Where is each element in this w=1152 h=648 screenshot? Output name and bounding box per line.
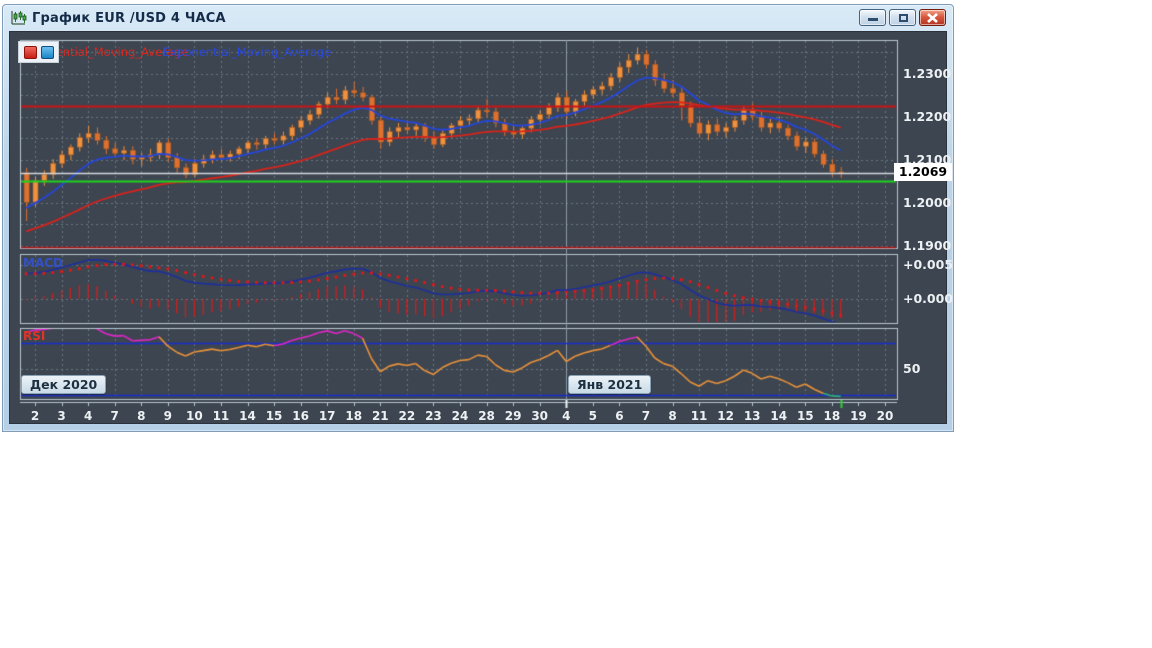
time-axis-label: 4 xyxy=(83,409,93,423)
maximize-icon xyxy=(899,14,908,22)
time-axis-label: 22 xyxy=(398,409,416,423)
legend-chip-box[interactable] xyxy=(18,41,59,63)
time-axis-label: 21 xyxy=(371,409,389,423)
time-axis-label: 6 xyxy=(615,409,624,423)
legend-ema-fast: Exponential_Moving_Average xyxy=(163,45,332,59)
time-axis-label: 19 xyxy=(850,409,867,423)
time-axis-label: 7 xyxy=(110,409,119,423)
price-axis-label: 1.1900 xyxy=(903,238,952,253)
time-axis-label: 8 xyxy=(668,409,677,423)
current-price-tag: 1.2069 xyxy=(894,163,952,181)
time-axis-label: 18 xyxy=(345,409,363,423)
rsi-axis-label: 50 xyxy=(903,361,921,376)
ema-red-chip xyxy=(23,45,37,59)
time-axis-label: 13 xyxy=(743,409,761,423)
candlestick-chart-icon xyxy=(11,11,27,25)
time-axis-label: 8 xyxy=(137,409,146,423)
chart-window: График EUR /USD 4 ЧАСА Exponential_Movin… xyxy=(2,4,954,432)
maximize-button[interactable] xyxy=(889,9,916,26)
price-axis-label: 1.2300 xyxy=(903,66,952,81)
time-axis-label: 30 xyxy=(531,409,549,423)
chart-client-area: Exponential_Moving_Average Exponential_M… xyxy=(9,31,953,427)
time-axis-label: 15 xyxy=(796,409,814,423)
time-axis-label: 15 xyxy=(265,409,283,423)
time-axis-label: 11 xyxy=(212,409,230,423)
time-axis-label: 10 xyxy=(186,409,203,423)
time-axis-label: 3 xyxy=(57,409,66,423)
time-axis-label: 28 xyxy=(478,409,495,423)
window-titlebar[interactable]: График EUR /USD 4 ЧАСА xyxy=(3,5,953,31)
chart-canvas[interactable] xyxy=(10,32,950,427)
close-button[interactable] xyxy=(919,9,946,26)
month-marker-jan: Янв 2021 xyxy=(568,375,652,394)
time-axis-label: 23 xyxy=(425,409,442,423)
time-axis-label: 11 xyxy=(690,409,708,423)
macd-axis-label: +0.000 xyxy=(903,291,954,306)
time-axis-label: 29 xyxy=(504,409,522,423)
rsi-panel-label: RSI xyxy=(23,329,46,343)
price-axis-label: 1.2000 xyxy=(903,195,952,210)
time-axis-label: 17 xyxy=(318,409,336,423)
time-axis-label: 5 xyxy=(588,409,597,423)
time-axis-label: 18 xyxy=(823,409,841,423)
time-axis-label: 14 xyxy=(239,409,256,423)
time-axis-label: 14 xyxy=(770,409,788,423)
macd-panel-label: MACD xyxy=(23,256,63,270)
window-controls xyxy=(859,9,946,26)
time-axis-label: 16 xyxy=(292,409,309,423)
desktop: График EUR /USD 4 ЧАСА Exponential_Movin… xyxy=(0,0,1152,648)
price-axis-label: 1.2200 xyxy=(903,109,952,124)
time-axis-label: 2 xyxy=(30,409,40,423)
time-axis-label: 4 xyxy=(562,409,571,423)
time-axis-label: 24 xyxy=(451,409,469,423)
time-axis-label: 20 xyxy=(876,409,894,423)
close-icon xyxy=(927,13,938,23)
ema-blue-chip xyxy=(40,45,54,59)
time-axis-label: 7 xyxy=(641,409,651,423)
month-marker-dec: Дек 2020 xyxy=(21,375,107,394)
macd-axis-label: +0.005 xyxy=(903,257,954,272)
minimize-button[interactable] xyxy=(859,9,886,26)
window-title: График EUR /USD 4 ЧАСА xyxy=(32,10,226,26)
minimize-icon xyxy=(868,18,878,21)
time-axis-label: 9 xyxy=(163,409,172,423)
time-axis-label: 12 xyxy=(717,409,734,423)
